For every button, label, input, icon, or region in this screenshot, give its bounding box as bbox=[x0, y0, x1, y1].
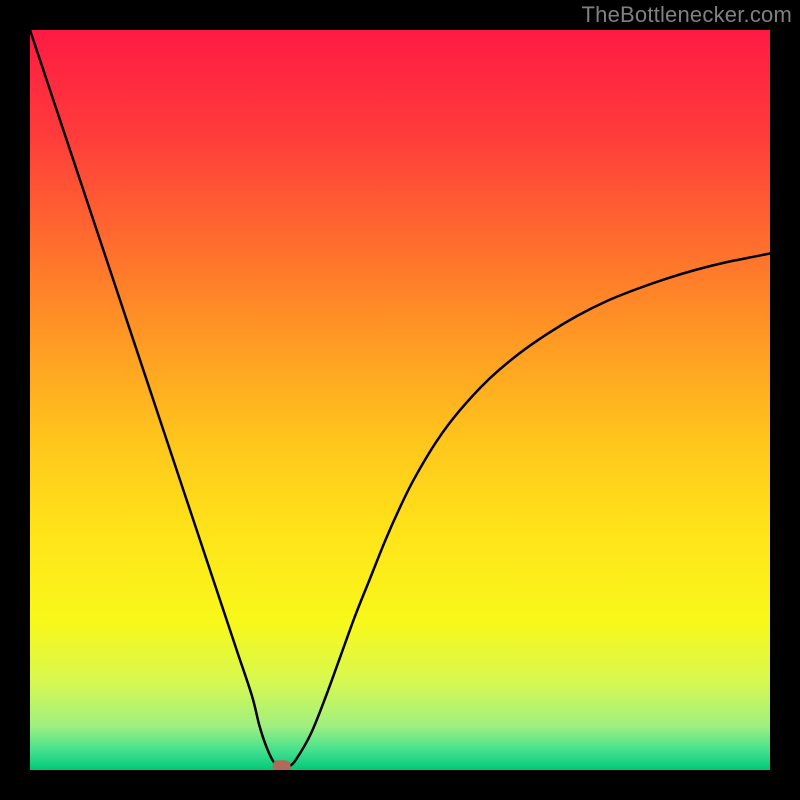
chart-svg bbox=[30, 30, 770, 770]
minimum-marker bbox=[273, 760, 291, 770]
watermark-text: TheBottlenecker.com bbox=[582, 2, 792, 28]
plot-area bbox=[30, 30, 770, 770]
chart-frame: TheBottlenecker.com bbox=[0, 0, 800, 800]
gradient-background bbox=[30, 30, 770, 770]
